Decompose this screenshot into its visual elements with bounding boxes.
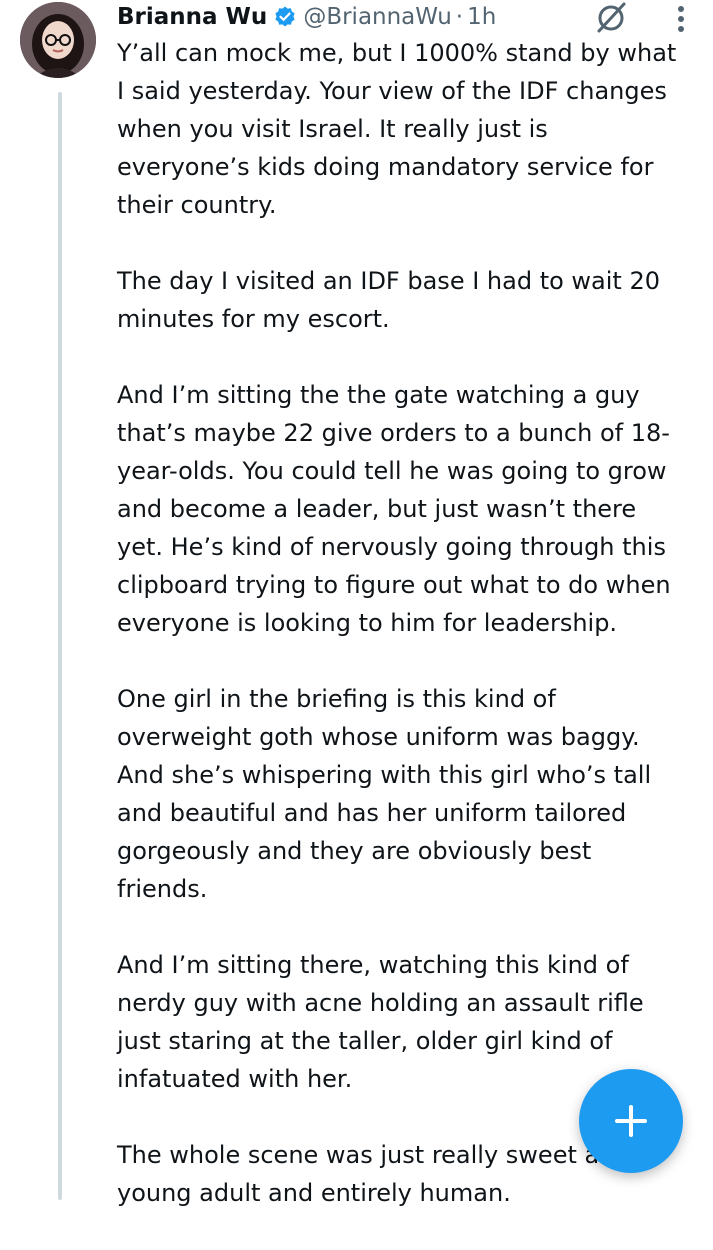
grok-icon[interactable]	[593, 0, 629, 36]
tweet-paragraph: The day I visited an IDF base I had to w…	[117, 267, 660, 333]
tweet-paragraph: One girl in the briefing is this kind of…	[117, 685, 652, 903]
tweet-header: Brianna Wu @BriannaWu · 1h	[117, 0, 496, 34]
avatar-image	[20, 2, 96, 78]
more-options-icon[interactable]	[664, 2, 698, 36]
thread-connector-line	[58, 92, 62, 1200]
avatar[interactable]	[20, 2, 96, 78]
tweet-paragraph: And I’m sitting there, watching this kin…	[117, 951, 644, 1093]
user-handle[interactable]: @BriannaWu	[303, 4, 451, 30]
timestamp[interactable]: 1h	[467, 4, 496, 30]
tweet-text: Y’all can mock me, but I 1000% stand by …	[117, 34, 687, 1250]
compose-button[interactable]	[579, 1069, 683, 1173]
verified-badge-icon	[273, 5, 297, 29]
tweet-paragraph: Y’all can mock me, but I 1000% stand by …	[117, 39, 677, 219]
display-name[interactable]: Brianna Wu	[117, 4, 267, 30]
tweet-paragraph: And I’m sitting the the gate watching a …	[117, 381, 671, 637]
separator-dot: ·	[455, 4, 464, 30]
compose-plus-icon	[615, 1105, 647, 1137]
